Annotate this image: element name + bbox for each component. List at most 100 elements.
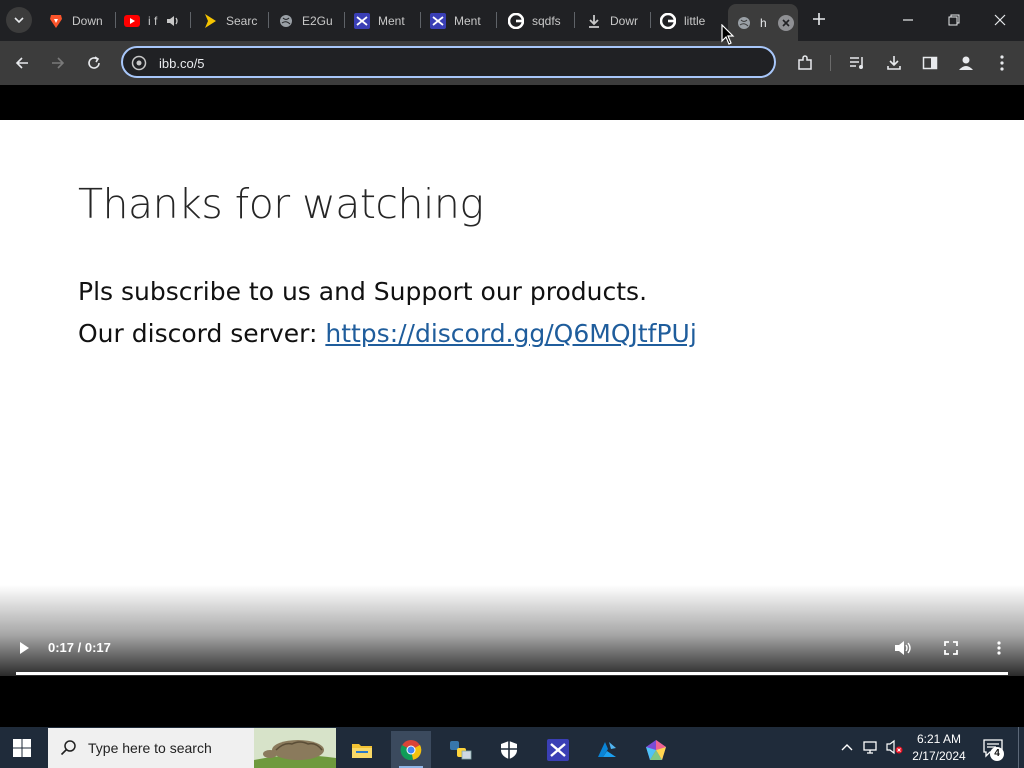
globe-icon [736,15,752,31]
network-tray-button[interactable] [862,738,880,756]
speaker-icon[interactable] [166,15,180,27]
taskbar-chrome[interactable] [391,731,431,768]
taskbar-azure-app[interactable] [587,731,627,768]
minimize-icon [903,19,913,21]
gem-app-icon [646,739,666,760]
download-icon [586,13,602,29]
tab-divider [190,12,191,28]
tab-1[interactable]: i f [124,6,184,35]
volume-tray-button[interactable] [886,738,904,756]
yellow-play-icon [202,13,218,29]
controls-gradient [0,585,1024,727]
plus-icon [813,13,825,25]
tab-search-button[interactable] [6,7,32,33]
address-input[interactable] [157,52,761,74]
site-info-icon[interactable] [131,55,147,71]
tab-0[interactable]: Down [48,6,110,35]
tab-9-active[interactable]: h [728,4,798,41]
toolbar-divider [830,55,831,71]
side-panel-icon [922,56,938,70]
minimize-button[interactable] [898,10,918,30]
tab-label: Ment [378,13,405,28]
slide-discord-line: Our discord server: https://discord.gg/Q… [78,319,697,348]
video-more-button[interactable] [989,638,1009,658]
extensions-button[interactable] [794,52,816,74]
network-icon [863,741,877,754]
tab-8[interactable]: little [660,6,716,35]
discord-link: https://discord.gg/Q6MQJtfPUj [325,319,697,348]
clock-date: 2/17/2024 [912,749,966,763]
taskbar-file-explorer[interactable] [342,731,382,768]
tab-label: E2Gu [302,13,333,28]
download-icon [887,56,901,70]
tab-divider [344,12,345,28]
close-window-button[interactable] [990,10,1010,30]
menu-button[interactable] [991,52,1013,74]
show-desktop-button[interactable] [1018,727,1019,768]
volume-muted-icon [886,739,903,755]
slide-title: Thanks for watching [78,180,484,228]
tab-6[interactable]: sqdfs [508,6,564,35]
tab-divider [420,12,421,28]
fullscreen-icon [944,641,958,655]
windows-logo-icon [13,739,31,757]
tab-4[interactable]: Ment [354,6,410,35]
azure-icon [598,741,616,757]
search-icon [60,740,76,756]
youtube-icon [124,13,140,29]
tab-divider [574,12,575,28]
slide-subscribe-text: Pls subscribe to us and Support our prod… [78,277,648,306]
reload-button[interactable] [83,52,105,74]
taskbar-windows-security[interactable] [489,731,529,768]
tab-7[interactable]: Dowr [586,6,640,35]
play-icon [20,642,29,654]
back-button[interactable] [11,52,33,74]
show-hidden-icons-button[interactable] [838,738,856,756]
mentor-app-icon [547,738,569,761]
tab-list: Down i f Searc E2Gu Ment Ment sqdfs Dowr… [38,0,808,41]
tab-5[interactable]: Ment [430,6,486,35]
new-tab-button[interactable] [810,10,828,28]
tab-label: Searc [226,13,258,28]
volume-icon [895,641,911,655]
video-progress-bar[interactable] [16,672,1008,675]
tab-divider [115,12,116,28]
taskbar-gem-app[interactable] [636,731,676,768]
tab-strip: Down i f Searc E2Gu Ment Ment sqdfs Dowr… [0,0,1024,41]
media-control-button[interactable] [847,52,869,74]
play-button[interactable] [14,638,34,658]
file-explorer-icon [352,743,372,758]
video-player[interactable]: Thanks for watching Pls subscribe to us … [0,85,1024,727]
close-icon [994,14,1006,26]
downloads-button[interactable] [883,52,905,74]
restore-icon [948,14,960,26]
tab-label: little [684,13,706,28]
kebab-menu-icon [1000,55,1004,71]
forward-button[interactable] [47,52,69,74]
address-bar[interactable] [121,46,776,78]
volume-button[interactable] [893,638,913,658]
start-button[interactable] [12,738,32,758]
tab-3[interactable]: E2Gu [278,6,334,35]
puzzle-icon [798,55,812,70]
tab-2[interactable]: Searc [202,6,258,35]
taskbar-python[interactable] [440,731,480,768]
arrow-right-icon [52,57,65,69]
google-icon [508,12,524,29]
close-tab-button[interactable] [778,14,794,31]
tab-label: sqdfs [532,13,561,28]
system-clock[interactable]: 6:21 AM 2/17/2024 [904,731,974,765]
tab-divider [650,12,651,28]
security-shield-icon [501,740,517,759]
mentor-icon [354,12,370,29]
browser-toolbar [0,41,1024,85]
taskbar-mentor-app[interactable] [538,731,578,768]
taskbar-search[interactable]: Type here to search [48,728,336,768]
restore-button[interactable] [944,10,964,30]
chevron-down-icon [14,17,24,24]
fullscreen-button[interactable] [941,638,961,658]
side-panel-button[interactable] [919,52,941,74]
notification-count-badge: 4 [990,747,1004,761]
profile-button[interactable] [955,52,977,74]
tab-label: Ment [454,13,481,28]
